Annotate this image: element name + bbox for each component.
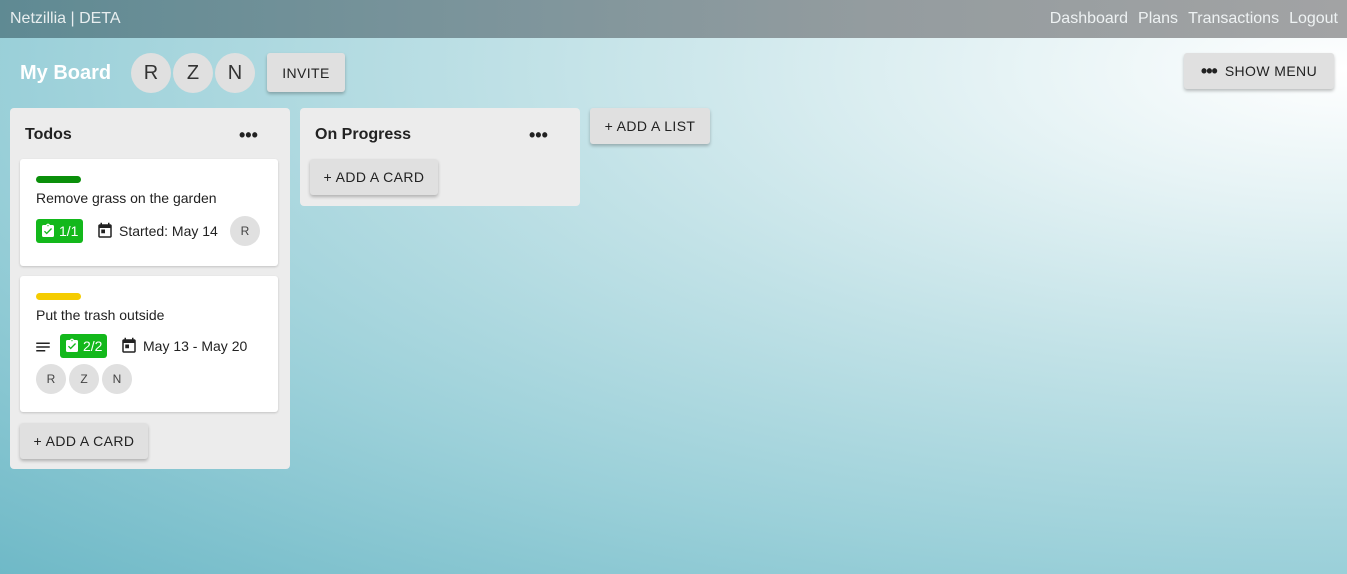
card-date: Started: May 14 [96,222,218,240]
card-date-text: Started: May 14 [119,223,218,239]
nav-transactions-link[interactable]: Transactions [1188,10,1279,28]
checklist-badge: 1/1 [36,219,84,243]
more-horizontal-icon: ••• [1200,61,1218,81]
add-card-button[interactable]: + ADD A CARD [20,423,148,459]
card-member-avatar: Z [69,364,99,394]
checklist-icon [66,338,78,352]
list-todos: Todos ••• Remove grass on the garden 1/1… [10,108,290,469]
list-menu-icon[interactable]: ••• [239,125,258,146]
invite-button-label: INVITE [282,64,330,81]
board-member-avatar[interactable]: N [215,53,255,93]
add-list-button[interactable]: + ADD A LIST [590,108,710,144]
app-title: Netzillia | DETA [10,10,121,27]
card-member-avatar: R [36,364,66,394]
add-card-label: + ADD A CARD [33,433,135,449]
top-nav: Dashboard Plans Transactions Logout [1050,10,1338,28]
show-menu-button[interactable]: ••• SHOW MENU [1184,53,1334,89]
list-menu-icon[interactable]: ••• [529,125,548,146]
checklist-count: 2/2 [83,338,103,354]
card-date-text: May 13 - May 20 [143,338,248,354]
card-member-avatar: N [102,364,132,394]
top-bar: Netzillia | DETA Dashboard Plans Transac… [0,0,1347,38]
board-member-avatar[interactable]: Z [173,53,213,93]
card-member-avatar: R [230,216,260,246]
nav-logout-link[interactable]: Logout [1289,10,1338,28]
calendar-icon [122,337,136,353]
card[interactable]: Put the trash outside 2/2 May 13 - May 2… [20,276,278,412]
board-member-avatar[interactable]: R [131,53,171,93]
description-icon [36,342,50,352]
card-title: Remove grass on the garden [36,190,217,206]
checklist-count: 1/1 [59,223,79,239]
card[interactable]: Remove grass on the garden 1/1 Started: … [20,159,278,266]
list-title: On Progress [315,126,412,143]
add-card-label: + ADD A CARD [323,169,425,185]
card-title: Put the trash outside [36,307,165,323]
card-label-green [36,176,81,183]
calendar-icon [98,222,112,238]
invite-button[interactable]: INVITE [267,53,345,92]
nav-dashboard-link[interactable]: Dashboard [1050,10,1128,28]
checklist-icon [42,223,54,237]
show-menu-label: SHOW MENU [1224,63,1318,79]
add-card-button[interactable]: + ADD A CARD [310,159,438,195]
list-on-progress: On Progress ••• + ADD A CARD [300,108,580,206]
board-title: My Board [20,62,112,84]
list-title: Todos [25,126,72,143]
card-date: May 13 - May 20 [120,337,247,355]
nav-plans-link[interactable]: Plans [1138,10,1178,28]
add-list-label: + ADD A LIST [604,118,696,134]
checklist-badge: 2/2 [60,334,108,358]
card-label-yellow [36,293,81,300]
